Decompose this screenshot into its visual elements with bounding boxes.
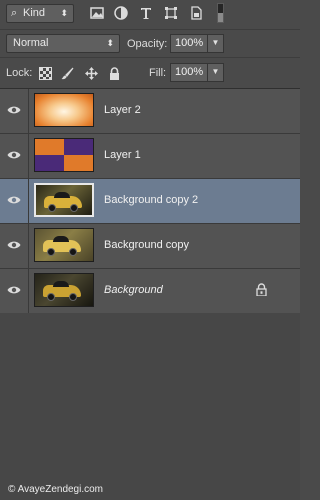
type-filter-icon[interactable] xyxy=(138,5,154,21)
filter-kind-label: Kind xyxy=(23,7,46,19)
lock-transparent-pixels-icon[interactable] xyxy=(39,67,52,80)
lock-fill-bar: Lock: Fill: 100% ▼ xyxy=(0,57,300,88)
opacity-label: Opacity: xyxy=(127,38,168,50)
filter-bar: ⌕ Kind ⬍ xyxy=(0,0,300,28)
layer-name[interactable]: Background copy xyxy=(104,239,189,251)
filter-kind-select[interactable]: ⌕ Kind ⬍ xyxy=(6,4,74,23)
layers-empty-area xyxy=(0,313,300,500)
layer-thumbnail[interactable] xyxy=(34,138,94,172)
lock-all-icon[interactable] xyxy=(108,67,121,80)
layer-name[interactable]: Layer 1 xyxy=(104,149,141,161)
visibility-toggle[interactable] xyxy=(0,269,29,313)
layer-row-background-copy-2[interactable]: Background copy 2 xyxy=(0,179,300,224)
pixel-filter-icon[interactable] xyxy=(89,5,105,21)
layer-name[interactable]: Background copy 2 xyxy=(104,194,198,206)
blend-mode-select[interactable]: Normal ⬍ xyxy=(6,34,120,53)
up-down-arrows-icon: ⬍ xyxy=(106,38,114,48)
filter-toggle-switch[interactable] xyxy=(217,3,224,23)
layer-row-background-copy[interactable]: Background copy xyxy=(0,224,300,269)
layers-list: Layer 2 Layer 1 Background copy 2 Backgr… xyxy=(0,88,300,314)
watermark: © AvayeZendegi.com xyxy=(8,484,104,495)
lock-image-pixels-brush-icon[interactable] xyxy=(61,67,74,80)
layer-name[interactable]: Background xyxy=(104,284,163,296)
search-icon: ⌕ xyxy=(11,7,18,19)
eye-icon xyxy=(7,151,21,159)
layer-row-layer-2[interactable]: Layer 2 xyxy=(0,89,300,134)
layer-name[interactable]: Layer 2 xyxy=(104,104,141,116)
eye-icon xyxy=(7,106,21,114)
eye-icon xyxy=(7,241,21,249)
visibility-toggle[interactable] xyxy=(0,89,29,133)
layer-row-layer-1[interactable]: Layer 1 xyxy=(0,134,300,179)
lock-label: Lock: xyxy=(6,67,33,79)
fill-input[interactable]: 100% xyxy=(170,63,208,82)
shape-filter-icon[interactable] xyxy=(163,5,179,21)
opacity-input[interactable]: 100% xyxy=(170,34,208,53)
blend-mode-value: Normal xyxy=(13,37,49,49)
fill-dropdown-button[interactable]: ▼ xyxy=(207,63,224,82)
layer-thumbnail[interactable] xyxy=(34,228,94,262)
opacity-dropdown-button[interactable]: ▼ xyxy=(207,34,224,53)
layer-thumbnail[interactable] xyxy=(34,183,94,217)
up-down-arrows-icon: ⬍ xyxy=(60,8,68,18)
fill-label: Fill: xyxy=(149,67,167,79)
visibility-toggle[interactable] xyxy=(0,179,29,223)
smart-object-filter-icon[interactable] xyxy=(188,5,204,21)
lock-icon[interactable] xyxy=(256,283,267,296)
eye-icon xyxy=(7,196,21,204)
adjustment-filter-icon[interactable] xyxy=(113,5,129,21)
layer-thumbnail[interactable] xyxy=(34,273,94,307)
blend-opacity-bar: Normal ⬍ Opacity: 100% ▼ xyxy=(0,29,300,57)
visibility-toggle[interactable] xyxy=(0,134,29,178)
layer-row-background[interactable]: Background xyxy=(0,269,300,314)
eye-icon xyxy=(7,286,21,294)
layer-thumbnail[interactable] xyxy=(34,93,94,127)
visibility-toggle[interactable] xyxy=(0,224,29,268)
lock-position-move-icon[interactable] xyxy=(85,67,98,80)
